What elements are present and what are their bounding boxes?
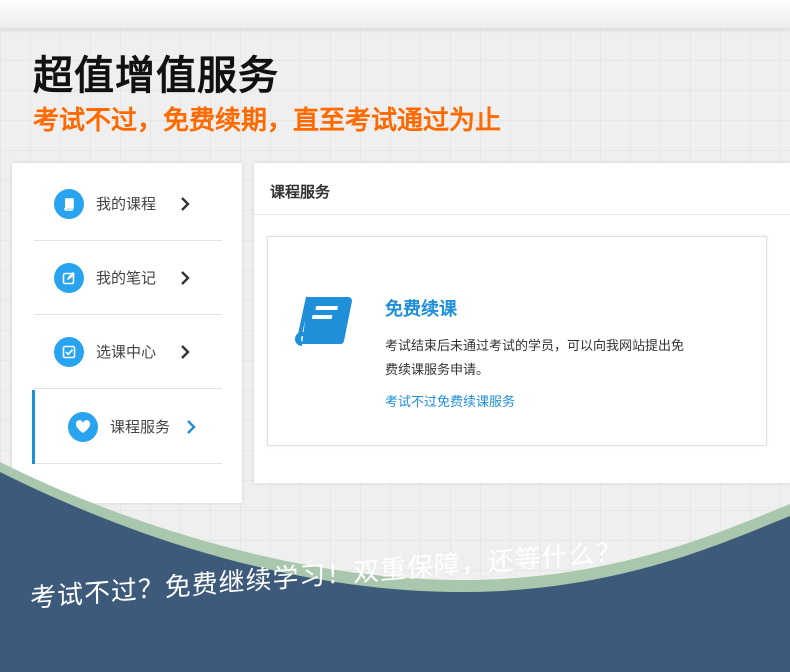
sidebar-item-course-center[interactable]: 选课中心 (34, 315, 222, 389)
top-band (0, 0, 790, 28)
chevron-right-icon (180, 344, 190, 359)
sidebar-item-label: 我的课程 (96, 195, 157, 213)
edit-icon (54, 262, 84, 293)
sidebar-item-label: 我的笔记 (96, 269, 157, 287)
chevron-right-icon (186, 419, 196, 434)
sidebar-item-my-notes[interactable]: 我的笔记 (34, 241, 222, 315)
sidebar-item-my-courses[interactable]: 我的课程 (34, 167, 222, 241)
content-panel: 课程服务 免费续课 考试结束后未通过考试的学员，可以向我网站提出免费续课服务申请… (254, 163, 790, 483)
page-headline: 超值增值服务 (33, 53, 279, 99)
sidebar: 我的课程 我的笔记 选课中心 课程服务 (12, 163, 242, 503)
chevron-right-icon (180, 270, 190, 285)
card-description: 考试结束后未通过考试的学员，可以向我网站提出免费续课服务申请。 (385, 339, 685, 378)
chevron-right-icon (180, 196, 190, 211)
checkbox-icon (54, 336, 84, 367)
service-card: 免费续课 考试结束后未通过考试的学员，可以向我网站提出免费续课服务申请。 考试不… (267, 236, 767, 446)
free-renewal-link[interactable]: 考试不过免费续课服务 (385, 391, 515, 410)
panel-title: 课程服务 (270, 183, 331, 201)
sidebar-item-label: 选课中心 (96, 343, 157, 361)
book-icon (294, 295, 356, 357)
heart-icon (68, 411, 98, 442)
card-title: 免费续课 (385, 299, 457, 320)
sidebar-item-course-service[interactable]: 课程服务 (32, 390, 222, 464)
page-subhead: 考试不过，免费续期，直至考试通过为止 (33, 106, 502, 136)
book-icon (54, 188, 84, 219)
panel-divider (254, 214, 790, 215)
sidebar-item-label: 课程服务 (110, 418, 171, 436)
